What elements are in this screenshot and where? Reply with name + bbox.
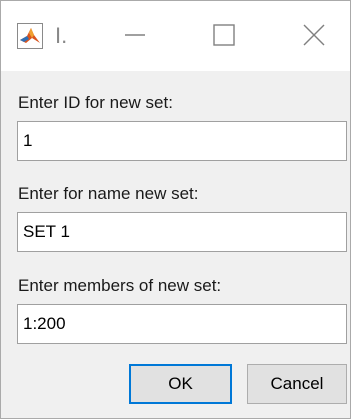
id-field[interactable]	[17, 121, 347, 161]
maximize-icon	[213, 24, 235, 46]
members-label: Enter members of new set:	[18, 276, 222, 295]
close-button[interactable]	[291, 15, 337, 55]
matlab-icon	[17, 23, 43, 49]
name-field[interactable]	[17, 212, 347, 252]
ok-button[interactable]: OK	[129, 364, 232, 404]
minimize-icon	[125, 34, 145, 36]
cancel-button[interactable]: Cancel	[247, 364, 347, 404]
close-icon	[303, 24, 325, 46]
name-label: Enter for name new set:	[18, 184, 199, 203]
window-title: I.	[55, 23, 68, 48]
minimize-button[interactable]	[113, 15, 159, 55]
input-dialog: I. Enter ID for new set: Enter for name …	[0, 0, 351, 419]
maximize-button[interactable]	[201, 15, 247, 55]
id-label: Enter ID for new set:	[18, 93, 173, 112]
members-field[interactable]	[17, 304, 347, 344]
title-bar[interactable]: I.	[1, 1, 350, 71]
